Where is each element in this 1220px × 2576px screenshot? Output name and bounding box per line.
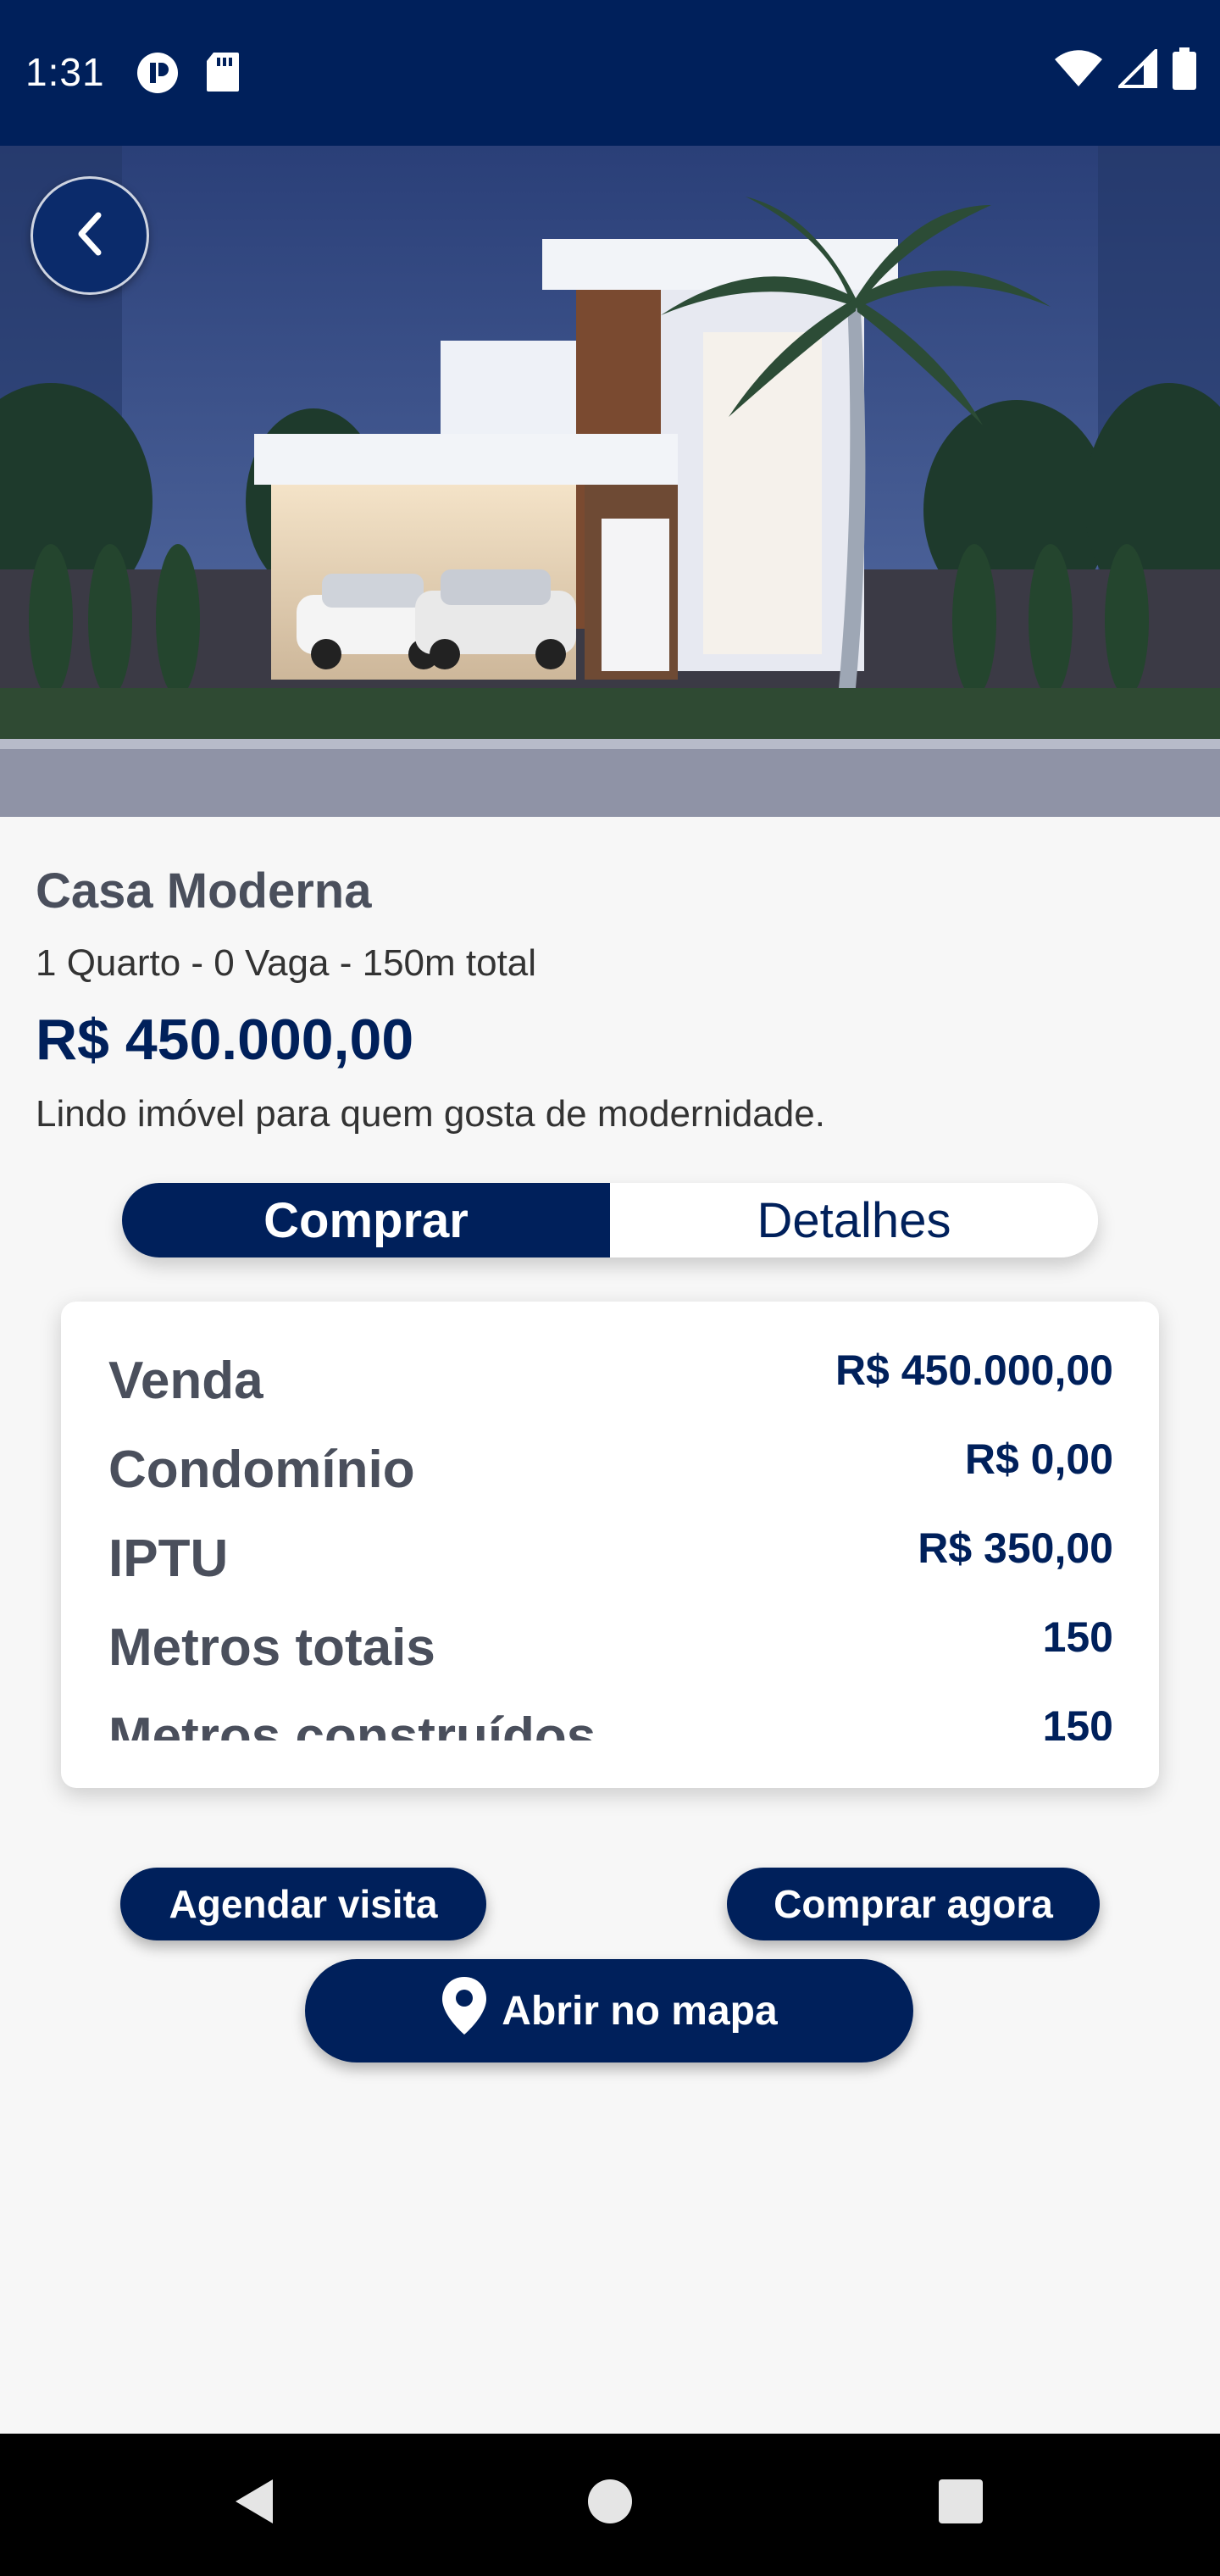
details-list[interactable]: Venda R$ 450.000,00 Condomínio R$ 0,00 I… (108, 1346, 1113, 1740)
signal-icon (1116, 47, 1157, 92)
property-description: Lindo imóvel para quem gosta de modernid… (36, 1093, 825, 1135)
buy-now-button[interactable]: Comprar agora (727, 1868, 1100, 1940)
home-nav-icon[interactable] (586, 2476, 634, 2531)
back-button[interactable] (30, 176, 149, 295)
details-row: Condomínio R$ 0,00 (108, 1435, 1113, 1524)
tab-comprar[interactable]: Comprar (122, 1183, 610, 1257)
details-row: IPTU R$ 350,00 (108, 1524, 1113, 1613)
property-price: R$ 450.000,00 (36, 1008, 414, 1072)
schedule-visit-button[interactable]: Agendar visita (120, 1868, 486, 1940)
chevron-left-icon (73, 210, 107, 262)
open-map-button[interactable]: Abrir no mapa (305, 1959, 913, 2062)
status-time: 1:31 (25, 50, 105, 94)
details-row: Metros totais 150 (108, 1613, 1113, 1702)
details-row: Venda R$ 450.000,00 (108, 1346, 1113, 1435)
tab-detalhes[interactable]: Detalhes (610, 1183, 1098, 1257)
row-value: R$ 450.000,00 (835, 1346, 1113, 1394)
property-title: Casa Moderna (36, 863, 372, 919)
row-value: 150 (1042, 1613, 1113, 1661)
row-label: IPTU (108, 1530, 229, 1588)
status-bar: 1:31 (0, 0, 1220, 146)
row-label: Venda (108, 1352, 263, 1410)
property-photo (0, 146, 1220, 817)
property-summary: 1 Quarto - 0 Vaga - 150m total (36, 942, 537, 984)
map-pin-icon (441, 1975, 488, 2046)
details-card: Venda R$ 450.000,00 Condomínio R$ 0,00 I… (61, 1302, 1159, 1788)
privacy-icon (136, 51, 180, 99)
row-value: 150 (1042, 1702, 1113, 1740)
recents-nav-icon[interactable] (937, 2476, 984, 2531)
open-map-label: Abrir no mapa (502, 1988, 778, 2034)
row-label: Metros totais (108, 1618, 435, 1677)
row-label: Metros construídos (108, 1707, 596, 1740)
tab-bar: Comprar Detalhes (122, 1183, 1098, 1257)
row-label: Condomínio (108, 1441, 415, 1499)
sd-card-icon (205, 51, 241, 99)
navigation-bar (0, 2434, 1220, 2576)
battery-icon (1173, 47, 1196, 94)
row-value: R$ 0,00 (964, 1435, 1113, 1483)
wifi-icon (1054, 49, 1103, 92)
details-row: Metros construídos 150 (108, 1702, 1113, 1740)
row-value: R$ 350,00 (918, 1524, 1113, 1572)
back-nav-icon[interactable] (230, 2476, 278, 2531)
